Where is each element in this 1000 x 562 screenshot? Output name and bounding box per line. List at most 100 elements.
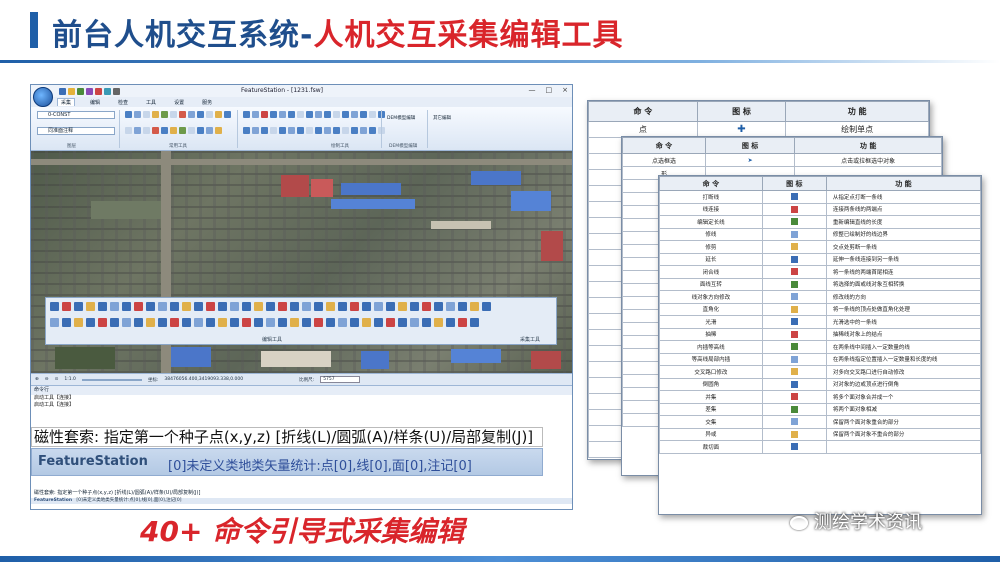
polygon-icon[interactable]: [306, 111, 313, 118]
edit-icon[interactable]: [482, 302, 491, 311]
fixed-length-icon[interactable]: [74, 302, 83, 311]
annotation-combo[interactable]: 同准面注释: [37, 127, 115, 135]
edit-icon[interactable]: [182, 318, 191, 327]
info-icon[interactable]: [188, 127, 195, 134]
shape-icon[interactable]: [342, 127, 349, 134]
minimize-button[interactable]: —: [529, 86, 536, 94]
grid-icon[interactable]: [134, 127, 141, 134]
mirror-icon[interactable]: [206, 111, 213, 118]
close-line-icon[interactable]: [122, 302, 131, 311]
edit-icon[interactable]: [374, 302, 383, 311]
close-button[interactable]: ×: [562, 86, 568, 94]
edit-icon[interactable]: [350, 302, 359, 311]
edit-icon[interactable]: [290, 318, 299, 327]
right-angle-icon[interactable]: [158, 302, 167, 311]
folder-icon[interactable]: [152, 111, 159, 118]
shape-icon[interactable]: [360, 127, 367, 134]
edit-icon[interactable]: [362, 302, 371, 311]
edit-icon[interactable]: [362, 318, 371, 327]
edit-icon[interactable]: [74, 318, 83, 327]
node-icon[interactable]: [351, 111, 358, 118]
shape-icon[interactable]: [333, 127, 340, 134]
app-logo-icon[interactable]: [33, 87, 53, 107]
other-edit-button[interactable]: 其它编辑: [433, 115, 451, 121]
circle-icon[interactable]: [324, 111, 331, 118]
scale-input[interactable]: 5757: [320, 376, 361, 383]
edit-icon[interactable]: [386, 302, 395, 311]
shape-icon[interactable]: [279, 127, 286, 134]
interpolate-icon[interactable]: [194, 302, 203, 311]
thin-icon[interactable]: [182, 302, 191, 311]
edit-icon[interactable]: [146, 318, 155, 327]
intersect-icon[interactable]: [266, 302, 275, 311]
parallel-icon[interactable]: [369, 111, 376, 118]
edit-icon[interactable]: [326, 318, 335, 327]
tab-service[interactable]: 服务: [199, 99, 215, 106]
export-icon[interactable]: [197, 127, 204, 134]
new-icon[interactable]: [59, 87, 66, 95]
tab-check[interactable]: 检查: [115, 99, 131, 106]
stop-icon[interactable]: [152, 127, 159, 134]
edit-icon[interactable]: [350, 318, 359, 327]
edit-icon[interactable]: [386, 318, 395, 327]
rotate-icon[interactable]: [197, 111, 204, 118]
layer-combo[interactable]: 0-CONST: [37, 111, 115, 119]
direction-icon[interactable]: [146, 302, 155, 311]
edit-icon[interactable]: [458, 318, 467, 327]
edit-icon[interactable]: [110, 318, 119, 327]
edit-icon[interactable]: [302, 302, 311, 311]
tab-collect[interactable]: 采集: [57, 98, 76, 106]
edit-icon[interactable]: [422, 318, 431, 327]
edit-icon[interactable]: [206, 318, 215, 327]
edit-icon[interactable]: [374, 318, 383, 327]
edit-icon[interactable]: [242, 318, 251, 327]
shape-icon[interactable]: [315, 127, 322, 134]
shape-icon[interactable]: [324, 127, 331, 134]
shape-icon[interactable]: [243, 127, 250, 134]
attribute-icon[interactable]: [215, 111, 222, 118]
point-icon[interactable]: [243, 111, 250, 118]
stream-icon[interactable]: [297, 111, 304, 118]
refresh-icon[interactable]: [143, 127, 150, 134]
edit-icon[interactable]: [302, 318, 311, 327]
shape-icon[interactable]: [252, 127, 259, 134]
edit-icon[interactable]: [218, 318, 227, 327]
vertex-icon[interactable]: [360, 111, 367, 118]
edit-icon[interactable]: [470, 302, 479, 311]
edit-icon[interactable]: [266, 318, 275, 327]
delete-icon[interactable]: [179, 111, 186, 118]
dem-edit-button[interactable]: DEM模型编辑: [387, 115, 415, 121]
xor-icon[interactable]: [278, 302, 287, 311]
curve-icon[interactable]: [288, 111, 295, 118]
tab-tools[interactable]: 工具: [143, 99, 159, 106]
edit-icon[interactable]: [446, 318, 455, 327]
print-icon[interactable]: [113, 87, 120, 95]
maximize-button[interactable]: □: [546, 86, 553, 94]
smooth-icon[interactable]: [170, 302, 179, 311]
save-icon[interactable]: [77, 87, 84, 95]
edit-icon[interactable]: [338, 318, 347, 327]
convert-icon[interactable]: [134, 302, 143, 311]
edit-icon[interactable]: [86, 318, 95, 327]
zoom-out-icon[interactable]: ⊖: [45, 377, 49, 382]
select-icon[interactable]: [125, 111, 132, 118]
edit-icon[interactable]: [458, 302, 467, 311]
edit-icon[interactable]: [446, 302, 455, 311]
shape-icon[interactable]: [351, 127, 358, 134]
edit-icon[interactable]: [314, 302, 323, 311]
edit-icon[interactable]: [410, 302, 419, 311]
edit-icon[interactable]: [50, 318, 59, 327]
line-icon[interactable]: [252, 111, 259, 118]
style-icon[interactable]: [215, 127, 222, 134]
edit-icon[interactable]: [254, 318, 263, 327]
satellite-map-view[interactable]: 编辑工具 采集工具: [31, 151, 572, 373]
edit-icon[interactable]: [170, 318, 179, 327]
edit-icon[interactable]: [422, 302, 431, 311]
edit-icon[interactable]: [98, 318, 107, 327]
rect-icon[interactable]: [315, 111, 322, 118]
edit-icon[interactable]: [410, 318, 419, 327]
layer-icon[interactable]: [161, 111, 168, 118]
edit-icon[interactable]: [122, 318, 131, 327]
zoom-fit-icon[interactable]: ⊙: [55, 377, 59, 382]
open-icon[interactable]: [68, 87, 75, 95]
